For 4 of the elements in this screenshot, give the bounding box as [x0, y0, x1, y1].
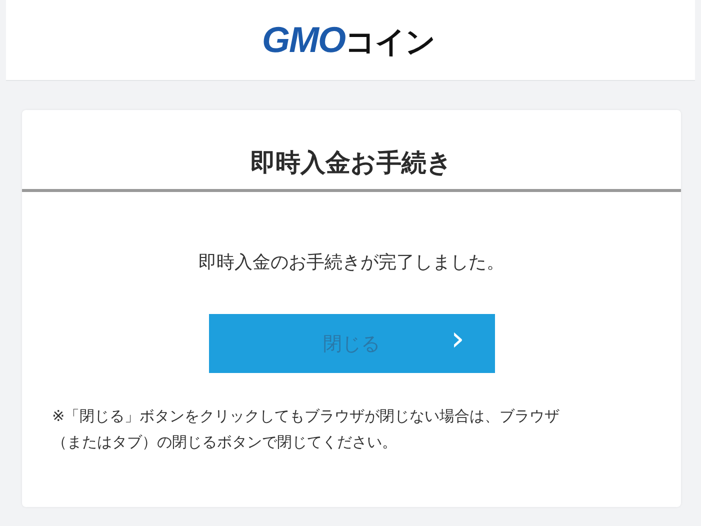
completion-message: 即時入金のお手続きが完了しました。	[198, 251, 504, 274]
note-text: ※「閉じる」ボタンをクリックしてもブラウザが閉じない場合は、ブラウザ（またはタブ）の閉じるボタンで閉じてください。	[51, 406, 561, 453]
card-title: 即時入金お手続き	[22, 110, 681, 192]
logo: GMOコイン	[262, 22, 435, 58]
